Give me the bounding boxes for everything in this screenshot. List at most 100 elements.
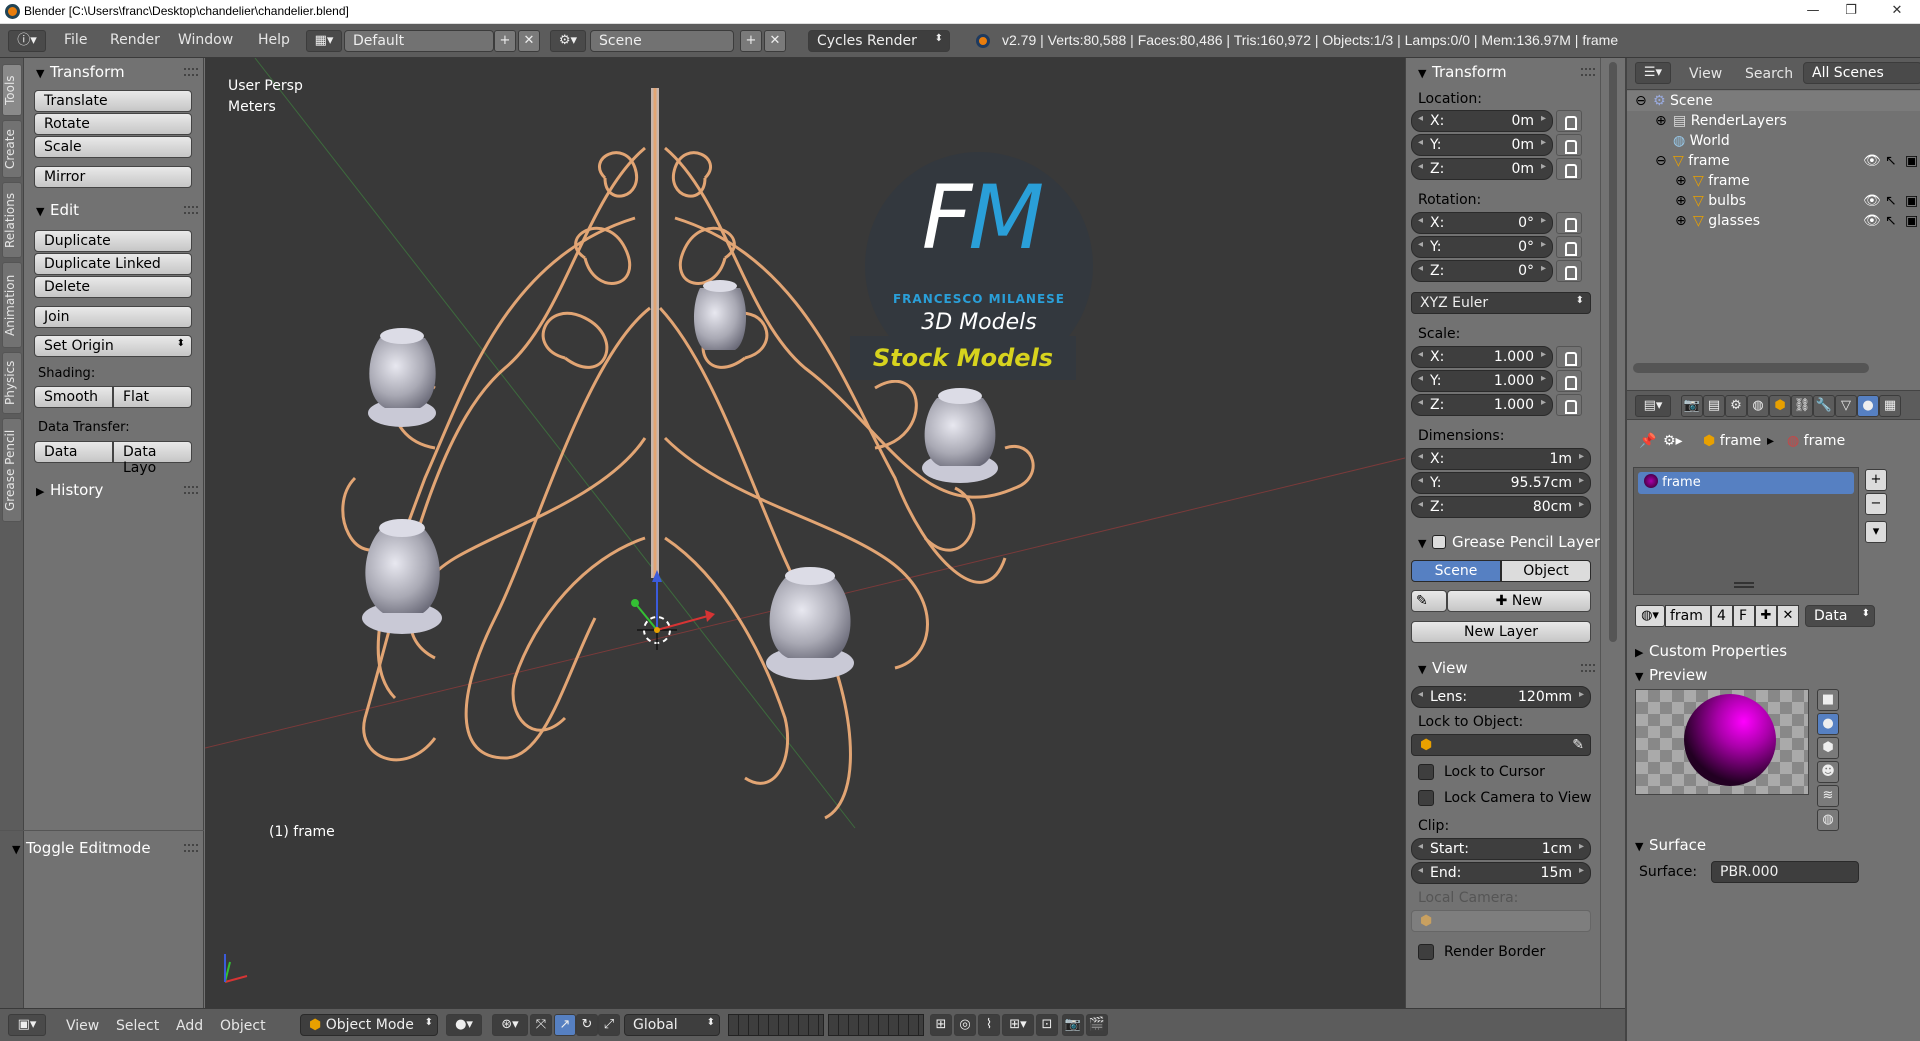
join-button[interactable]: Join xyxy=(34,306,192,328)
flat-button[interactable]: Flat xyxy=(113,386,192,408)
operator-panel-header[interactable]: ▼ Toggle Editmode xyxy=(0,836,204,860)
panel-grip-icon[interactable] xyxy=(184,206,198,214)
pin-icon[interactable]: 📌 xyxy=(1639,433,1656,449)
snap-toggle-icon[interactable]: ⌇ xyxy=(978,1014,1000,1036)
lock-layers-icon[interactable]: ⊞ xyxy=(930,1014,952,1036)
add-layout-icon[interactable]: + xyxy=(494,30,516,52)
outliner-hscrollbar[interactable] xyxy=(1633,363,1869,373)
scale-x-field[interactable]: X:1.000 xyxy=(1411,346,1553,368)
view3d-menu-object[interactable]: Object xyxy=(220,1018,266,1034)
breadcrumb-object[interactable]: ⬢ frame xyxy=(1703,433,1761,449)
interaction-mode-select[interactable]: ⬢ Object Mode ⬍ xyxy=(300,1014,438,1036)
add-scene-icon[interactable]: + xyxy=(740,30,762,52)
breadcrumb-material[interactable]: ◍ frame xyxy=(1787,433,1845,449)
gp-scene-toggle[interactable]: Scene xyxy=(1411,560,1501,582)
preview-flat-icon[interactable]: ■ xyxy=(1817,689,1839,711)
rotate-manipulator-icon[interactable]: ↻ xyxy=(576,1014,598,1036)
preview-world-icon[interactable]: ◍ xyxy=(1817,809,1839,831)
data-layout-button[interactable]: Data Layo xyxy=(113,441,192,476)
scene-item[interactable]: ⚙ Scene xyxy=(1653,93,1713,109)
duplicate-linked-button[interactable]: Duplicate Linked xyxy=(34,253,192,275)
remove-layout-icon[interactable]: ✕ xyxy=(518,30,540,52)
world-tab-icon[interactable]: ◍ xyxy=(1747,395,1769,417)
material-slot-list[interactable]: frame xyxy=(1633,467,1859,595)
set-origin-select[interactable]: Set Origin ⬍ xyxy=(34,335,192,357)
menu-help[interactable]: Help xyxy=(258,32,290,48)
tree-toggle-icon[interactable]: ⊕ xyxy=(1675,193,1687,209)
render-camera-icon[interactable]: ▣ xyxy=(1905,193,1918,209)
lock-camera-checkbox[interactable] xyxy=(1418,790,1434,806)
unlink-material-icon[interactable]: ✕ xyxy=(1777,605,1799,627)
manipulator-toggle-icon[interactable]: ⤧ xyxy=(530,1014,552,1036)
proportional-editing-icon[interactable]: ◎ xyxy=(954,1014,976,1036)
frame-mesh-item[interactable]: ▽ frame xyxy=(1693,173,1750,189)
clip-end-field[interactable]: End:15m xyxy=(1411,862,1591,884)
tab-grease-pencil[interactable]: Grease Pencil xyxy=(2,418,22,522)
render-border-checkbox[interactable] xyxy=(1418,944,1434,960)
outliner-editor-type-icon[interactable]: ☰▾ xyxy=(1635,62,1671,84)
material-name-field[interactable]: fram xyxy=(1665,605,1711,627)
npanel-transform-header[interactable]: ▼ Transform xyxy=(1406,60,1601,84)
select-arrow-icon[interactable]: ↖ xyxy=(1885,193,1897,209)
lock-scale-x-icon[interactable] xyxy=(1556,346,1582,368)
visibility-eye-icon[interactable]: 👁 xyxy=(1863,153,1881,169)
lock-location-x-icon[interactable] xyxy=(1556,110,1582,132)
scale-manipulator-icon[interactable]: ⤢ xyxy=(598,1014,620,1036)
tab-tools[interactable]: Tools xyxy=(2,64,22,116)
view-panel-header[interactable]: ▼ View xyxy=(1406,656,1601,680)
opengl-animation-icon[interactable]: 🎬 xyxy=(1086,1014,1108,1036)
lock-location-y-icon[interactable] xyxy=(1556,134,1582,156)
lock-scale-z-icon[interactable] xyxy=(1556,394,1582,416)
outliner-menu-search[interactable]: Search xyxy=(1745,66,1793,82)
rotate-button[interactable]: Rotate xyxy=(34,113,192,135)
view3d-editor-type-icon[interactable]: ▣▾ xyxy=(8,1014,46,1036)
translate-button[interactable]: Translate xyxy=(34,90,192,112)
scale-button[interactable]: Scale xyxy=(34,136,192,158)
tab-create[interactable]: Create xyxy=(2,120,22,178)
scene-icon[interactable]: ⚙▾ xyxy=(550,30,586,52)
add-material-slot-icon[interactable]: + xyxy=(1865,469,1887,491)
pivot-point-icon[interactable]: ⊛▾ xyxy=(492,1014,528,1036)
lock-rotation-y-icon[interactable] xyxy=(1556,236,1582,258)
view3d-menu-select[interactable]: Select xyxy=(116,1018,159,1034)
fake-user-toggle[interactable]: F xyxy=(1733,605,1755,627)
list-resize-grip-icon[interactable] xyxy=(1734,582,1754,588)
preview-sphere-icon[interactable]: ● xyxy=(1817,713,1839,735)
panel-scrollbar[interactable] xyxy=(1600,58,1625,1008)
scene-crumb-icon[interactable]: ⚙▸ xyxy=(1663,433,1683,449)
browse-material-icon[interactable]: ◍▾ xyxy=(1635,605,1665,627)
dimension-y-field[interactable]: Y:95.57cm xyxy=(1411,472,1591,494)
maximize-button[interactable]: ❐ xyxy=(1828,0,1874,24)
history-panel-header[interactable]: ▶ History xyxy=(24,478,204,502)
transform-orientation-select[interactable]: Global ⬍ xyxy=(624,1014,720,1036)
rotation-y-field[interactable]: Y:0° xyxy=(1411,236,1553,258)
visibility-eye-icon[interactable]: 👁 xyxy=(1863,213,1881,229)
menu-window[interactable]: Window xyxy=(178,32,233,48)
render-engine-select[interactable]: Cycles Render ⬍ xyxy=(808,30,950,52)
panel-grip-icon[interactable] xyxy=(184,68,198,76)
duplicate-button[interactable]: Duplicate xyxy=(34,230,192,252)
rotation-x-field[interactable]: X:0° xyxy=(1411,212,1553,234)
tab-physics[interactable]: Physics xyxy=(2,352,22,414)
tree-toggle-icon[interactable]: ⊖ xyxy=(1635,93,1647,109)
scene-tab-icon[interactable]: ⚙ xyxy=(1725,395,1747,417)
panel-grip-icon[interactable] xyxy=(184,486,198,494)
dimension-x-field[interactable]: X:1m xyxy=(1411,448,1591,470)
gp-layer-enable-checkbox[interactable] xyxy=(1432,535,1446,549)
tree-toggle-icon[interactable]: ⊕ xyxy=(1675,213,1687,229)
remove-material-slot-icon[interactable]: − xyxy=(1865,493,1887,515)
opengl-render-icon[interactable]: 📷 xyxy=(1062,1014,1084,1036)
location-x-field[interactable]: X:0m xyxy=(1411,110,1553,132)
select-arrow-icon[interactable]: ↖ xyxy=(1885,213,1897,229)
panel-grip-icon[interactable] xyxy=(1581,664,1595,672)
lock-rotation-x-icon[interactable] xyxy=(1556,212,1582,234)
lock-to-cursor-checkbox[interactable] xyxy=(1418,764,1434,780)
viewport-shading-icon[interactable]: ●▾ xyxy=(446,1014,482,1036)
custom-properties-header[interactable]: ▶ Custom Properties xyxy=(1623,639,1863,663)
edit-panel-header[interactable]: ▼ Edit xyxy=(24,198,204,222)
info-editor-type-icon[interactable]: ⓘ▾ xyxy=(8,30,46,52)
layout-field[interactable]: Default xyxy=(344,30,494,52)
close-button[interactable]: ✕ xyxy=(1874,0,1920,24)
gp-new-layer-button[interactable]: New Layer xyxy=(1411,621,1591,643)
new-material-icon[interactable]: ✚ xyxy=(1755,605,1777,627)
